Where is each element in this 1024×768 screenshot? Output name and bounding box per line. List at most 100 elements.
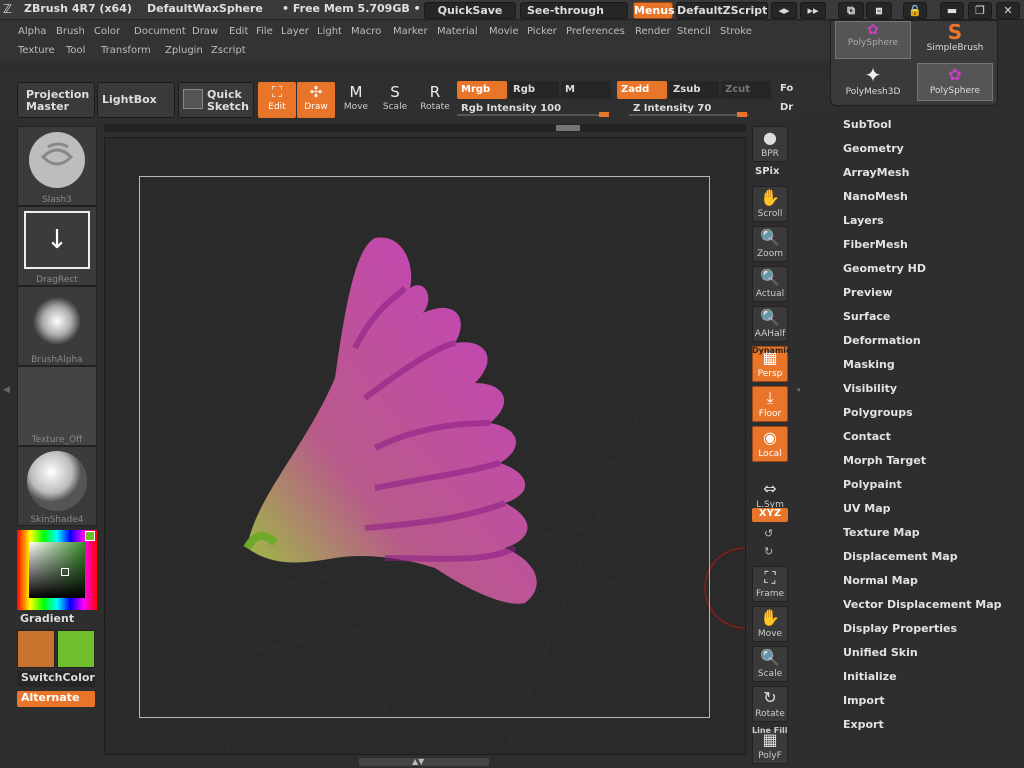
palette-polygroups[interactable]: Polygroups xyxy=(843,406,913,419)
xyz-rotate-button[interactable]: XYZ xyxy=(752,508,788,522)
move-button[interactable]: M Move xyxy=(337,82,375,118)
menu-edit[interactable]: Edit xyxy=(229,26,248,37)
menu-draw[interactable]: Draw xyxy=(192,26,218,37)
menu-preferences[interactable]: Preferences xyxy=(566,26,625,37)
bpr-button[interactable]: ● BPR xyxy=(752,126,788,162)
palette-layers[interactable]: Layers xyxy=(843,214,884,227)
floor-button[interactable]: ⤓ Floor xyxy=(752,386,788,422)
layout-next-icon[interactable]: ▸▸ xyxy=(800,2,826,19)
projection-master-button[interactable]: Projection Master xyxy=(17,82,95,118)
popup-polymesh3d-item[interactable]: ✦ PolyMesh3D xyxy=(835,63,911,101)
move-button[interactable]: ✋ Move xyxy=(752,606,788,642)
menu-render[interactable]: Render xyxy=(635,26,671,37)
menu-document[interactable]: Document xyxy=(134,26,186,37)
gradient-label[interactable]: Gradient xyxy=(20,612,74,625)
texture-thumbnail[interactable]: Texture_Off xyxy=(17,366,97,446)
palette-geometry[interactable]: Geometry xyxy=(843,142,904,155)
color-picker[interactable] xyxy=(17,530,97,610)
palette-preview[interactable]: Preview xyxy=(843,286,893,299)
quicksave-button[interactable]: QuickSave xyxy=(424,2,516,19)
palette-subtool[interactable]: SubTool xyxy=(843,118,892,131)
y-rotate-icon[interactable]: ↺ xyxy=(764,527,773,540)
palette-visibility[interactable]: Visibility xyxy=(843,382,897,395)
expand-arrows-icon[interactable]: ▲▼ xyxy=(412,757,424,766)
switch-color-button[interactable]: SwitchColor xyxy=(17,671,95,687)
edit-button[interactable]: ⛶ Edit xyxy=(258,82,296,118)
menu-macro[interactable]: Macro xyxy=(351,26,381,37)
color-saturation-square[interactable] xyxy=(29,542,85,598)
menu-tool[interactable]: Tool xyxy=(66,45,85,56)
menu-light[interactable]: Light xyxy=(317,26,342,37)
palette-texture-map[interactable]: Texture Map xyxy=(843,526,920,539)
local-button[interactable]: ◉ Local xyxy=(752,426,788,462)
rgb-intensity-knob[interactable] xyxy=(599,112,609,117)
palette-arraymesh[interactable]: ArrayMesh xyxy=(843,166,909,179)
lock-icon[interactable]: 🔒 xyxy=(903,2,927,19)
z-rotate-icon[interactable]: ↻ xyxy=(764,545,773,558)
palette-unified-skin[interactable]: Unified Skin xyxy=(843,646,918,659)
zcut-button[interactable]: Zcut xyxy=(721,81,771,99)
dock-palette-icon[interactable]: ⧈ xyxy=(866,2,892,19)
menu-alpha[interactable]: Alpha xyxy=(18,26,46,37)
frame-button[interactable]: ⛶ Frame xyxy=(752,566,788,602)
palette-polypaint[interactable]: Polypaint xyxy=(843,478,902,491)
actual-button[interactable]: 🔍 Actual xyxy=(752,266,788,302)
see-through-slider[interactable]: See-through 0 xyxy=(520,2,628,32)
floating-palette-icon[interactable]: ⧉ xyxy=(838,2,864,19)
popup-polysphere-item[interactable]: ✿ PolySphere xyxy=(835,21,911,59)
z-intensity-knob[interactable] xyxy=(737,112,747,117)
brush-thumbnail[interactable]: Slash3 xyxy=(17,126,97,206)
palette-export[interactable]: Export xyxy=(843,718,884,731)
menu-layer[interactable]: Layer xyxy=(281,26,309,37)
menu-material[interactable]: Material xyxy=(437,26,478,37)
popup-polysphere-current-item[interactable]: ✿ PolySphere xyxy=(917,63,993,101)
palette-normal-map[interactable]: Normal Map xyxy=(843,574,918,587)
spix-slider[interactable]: SPix xyxy=(755,166,779,177)
menu-movie[interactable]: Movie xyxy=(489,26,519,37)
palette-vector-displacement-map[interactable]: Vector Displacement Map xyxy=(843,598,1002,611)
zsub-button[interactable]: Zsub xyxy=(669,81,719,99)
material-thumbnail[interactable]: SkinShade4 xyxy=(17,446,97,526)
scroll-button[interactable]: ✋ Scroll xyxy=(752,186,788,222)
palette-deformation[interactable]: Deformation xyxy=(843,334,921,347)
zoom-button[interactable]: 🔍 Zoom xyxy=(752,226,788,262)
scale-button[interactable]: 🔍 Scale xyxy=(752,646,788,682)
rotate-button[interactable]: R Rotate xyxy=(416,82,454,118)
menu-stroke[interactable]: Stroke xyxy=(720,26,752,37)
menu-file[interactable]: File xyxy=(256,26,273,37)
draw-button[interactable]: ✣ Draw xyxy=(297,82,335,118)
menu-color[interactable]: Color xyxy=(94,26,120,37)
minimize-icon[interactable]: ▬ xyxy=(940,2,964,19)
palette-surface[interactable]: Surface xyxy=(843,310,890,323)
palette-uv-map[interactable]: UV Map xyxy=(843,502,891,515)
menu-picker[interactable]: Picker xyxy=(527,26,557,37)
horizontal-scrollbar[interactable] xyxy=(104,124,746,132)
restore-icon[interactable]: ❐ xyxy=(968,2,992,19)
close-icon[interactable]: ✕ xyxy=(996,2,1020,19)
palette-import[interactable]: Import xyxy=(843,694,885,707)
palette-nanomesh[interactable]: NanoMesh xyxy=(843,190,908,203)
left-collapse-icon[interactable]: ◀ xyxy=(3,385,10,395)
quick-sketch-button[interactable]: Quick Sketch xyxy=(178,82,254,118)
mrgb-button[interactable]: Mrgb xyxy=(457,81,507,99)
menus-button[interactable]: Menus xyxy=(633,2,675,19)
aahalf-button[interactable]: 🔍 AAHalf xyxy=(752,306,788,342)
alpha-thumbnail[interactable]: BrushAlpha xyxy=(17,286,97,366)
menu-zplugin[interactable]: Zplugin xyxy=(165,45,203,56)
rotate-button[interactable]: ↻ Rotate xyxy=(752,686,788,722)
stroke-thumbnail[interactable]: ↓ DragRect xyxy=(17,206,97,286)
menu-texture[interactable]: Texture xyxy=(18,45,55,56)
rgb-button[interactable]: Rgb xyxy=(509,81,559,99)
palette-morph-target[interactable]: Morph Target xyxy=(843,454,926,467)
menu-zscript[interactable]: Zscript xyxy=(211,45,246,56)
lightbox-button[interactable]: LightBox xyxy=(97,82,175,118)
secondary-color-swatch[interactable] xyxy=(57,630,95,668)
popup-simplebrush-item[interactable]: S SimpleBrush xyxy=(917,21,993,59)
palette-masking[interactable]: Masking xyxy=(843,358,895,371)
palette-geometry-hd[interactable]: Geometry HD xyxy=(843,262,926,275)
rgb-intensity-slider[interactable]: Rgb Intensity 100 xyxy=(457,100,615,118)
m-button[interactable]: M xyxy=(561,81,611,99)
palette-contact[interactable]: Contact xyxy=(843,430,891,443)
menu-transform[interactable]: Transform xyxy=(101,45,151,56)
zadd-button[interactable]: Zadd xyxy=(617,81,667,99)
